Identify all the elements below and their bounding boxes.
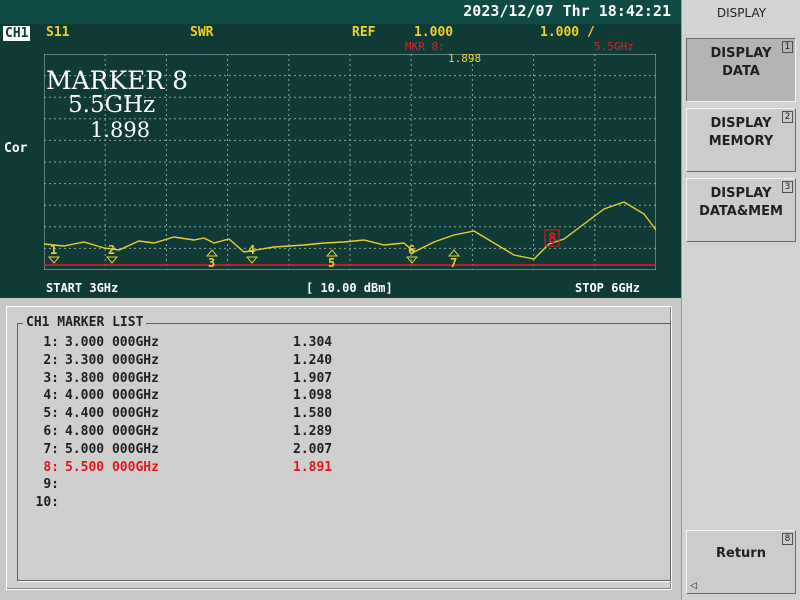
marker-swr: 1.304 xyxy=(293,335,333,350)
marker-label-7: 7 xyxy=(450,256,457,270)
marker-swr: 1.891 xyxy=(293,459,333,475)
marker-label-6: 6 xyxy=(408,243,415,257)
marker-number: 2: xyxy=(43,352,59,368)
display-memory-label: DISPLAY MEMORY xyxy=(708,116,774,149)
channel-badge: CH1 xyxy=(3,26,31,41)
correction-indicator: Cor xyxy=(4,141,28,156)
marker-number: 7: xyxy=(43,441,59,457)
status-bar: 2023/12/07 Thr 18:42:21 xyxy=(0,0,681,24)
marker-number: 5: xyxy=(43,406,59,422)
marker-label-2: 2 xyxy=(108,243,115,257)
marker-frequency: 5.000 000GHz xyxy=(65,441,159,457)
return-button[interactable]: Return 8 ◁ xyxy=(686,530,796,594)
marker-number: 1: xyxy=(43,335,59,350)
key-8-icon: 8 xyxy=(782,533,793,545)
marker-swr: 1.240 xyxy=(293,352,333,368)
display-data-label: DISPLAY DATA xyxy=(710,46,772,79)
format-label: SWR xyxy=(190,25,214,40)
softkey-menu-title: DISPLAY xyxy=(716,6,767,20)
display-data-button[interactable]: DISPLAY DATA 1 xyxy=(686,38,796,102)
ref-value: 1.000 xyxy=(414,25,454,40)
marker-list-title: CH1 MARKER LIST xyxy=(23,315,147,330)
marker-title: MARKER 8 xyxy=(46,66,189,95)
marker-list-panel: CH1 MARKER LIST 1: 3.000 000GHz 1.304 2: 3.3… xyxy=(6,306,672,590)
marker-frequency: 4.400 000GHz xyxy=(65,406,159,422)
marker-value: 1.898 xyxy=(90,118,151,142)
marker-number: 4: xyxy=(43,388,59,404)
scale-value: 1.000 / xyxy=(540,25,595,40)
display-memory-button[interactable]: DISPLAY MEMORY 2 xyxy=(686,108,796,172)
mkr-readout-label: MKR 8: xyxy=(405,40,445,53)
marker-number: 6: xyxy=(43,424,59,439)
key-2-icon: 2 xyxy=(782,111,793,123)
return-label: Return xyxy=(716,546,766,561)
marker-label-5: 5 xyxy=(328,256,335,270)
marker-label-3: 3 xyxy=(208,256,215,270)
analyzer-screen: 2023/12/07 Thr 18:42:21 CH1 S11 SWR REF … xyxy=(0,0,681,600)
power-level: [ 10.00 dBm] xyxy=(306,281,393,295)
back-arrow-icon: ◁ xyxy=(690,581,697,591)
marker-frequency: 3.300 000GHz xyxy=(65,352,159,368)
display-data-mem-label: DISPLAY DATA&MEM xyxy=(699,186,783,219)
marker-frequency: 3.000 000GHz xyxy=(65,335,159,350)
mkr-readout-value: 1.898 xyxy=(448,52,482,65)
graph-area: CH1 S11 SWR REF 1.000 1.000 / Cor 1 2 3 4 5 6… xyxy=(0,24,681,298)
marker-freq: 5.5GHz xyxy=(68,92,156,118)
marker-swr: 1.580 xyxy=(293,406,333,422)
marker-swr: 1.098 xyxy=(293,388,333,404)
marker-number: 10: xyxy=(35,495,59,511)
start-freq: START 3GHz xyxy=(46,281,119,295)
marker-label-1: 1 xyxy=(50,243,57,257)
softkey-menu: DISPLAY DISPLAY DATA 1 DISPLAY MEMORY 2 … xyxy=(681,0,800,600)
marker-frequency: 3.800 000GHz xyxy=(65,370,159,386)
marker-number: 9: xyxy=(43,477,59,493)
marker-frequency: 4.800 000GHz xyxy=(65,424,159,439)
marker-label-4: 4 xyxy=(248,243,255,257)
marker-label-8: 8 xyxy=(548,231,556,247)
key-1-icon: 1 xyxy=(782,41,793,53)
display-data-mem-button[interactable]: DISPLAY DATA&MEM 3 xyxy=(686,178,796,242)
marker-swr: 1.907 xyxy=(293,370,333,386)
marker-number: 3: xyxy=(43,370,59,386)
marker-swr: 1.289 xyxy=(293,424,333,439)
mkr-readout-freq: 5.5GHz xyxy=(594,40,634,53)
marker-frequency: 4.000 000GHz xyxy=(65,388,159,404)
param-label: S11 xyxy=(46,25,70,40)
key-3-icon: 3 xyxy=(782,181,793,193)
marker-number: 8: xyxy=(43,459,59,475)
marker-frequency: 5.500 000GHz xyxy=(65,459,159,475)
ref-label: REF xyxy=(352,25,376,40)
datetime: 2023/12/07 Thr 18:42:21 xyxy=(463,2,671,20)
marker-swr: 2.007 xyxy=(293,441,333,457)
stop-freq: STOP 6GHz xyxy=(575,281,641,295)
